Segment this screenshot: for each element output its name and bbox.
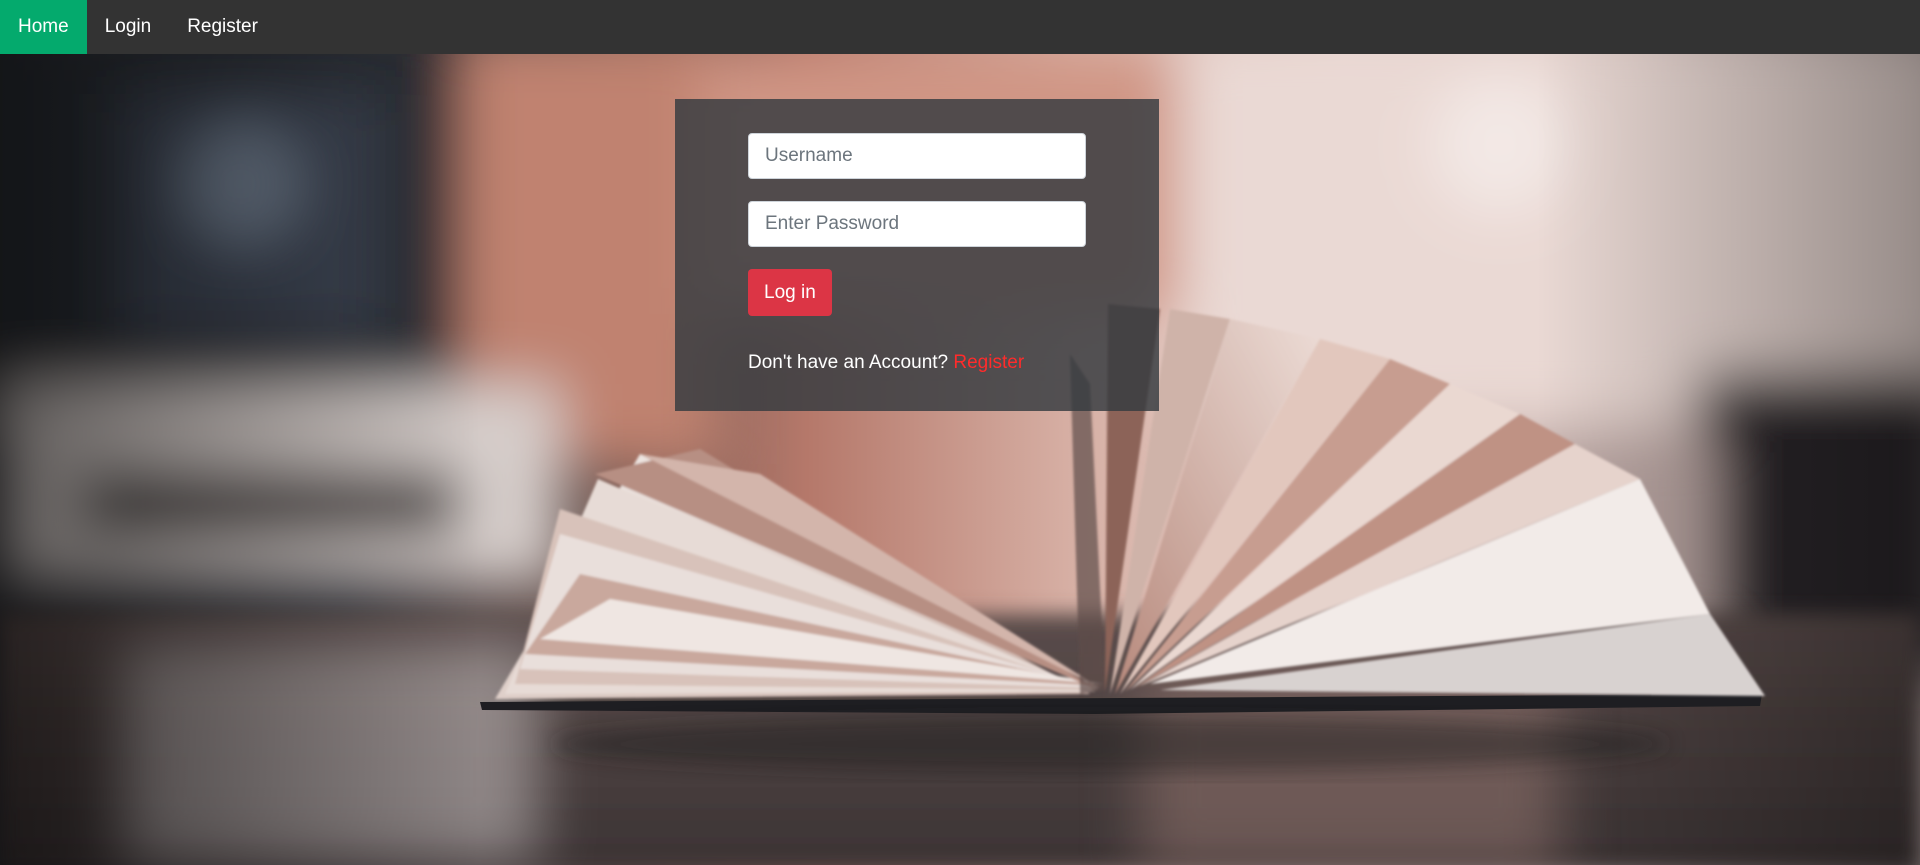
register-prompt: Don't have an Account? Register [748, 352, 1024, 374]
login-form: Log in Don't have an Account? Register [675, 99, 1159, 411]
nav-register[interactable]: Register [169, 0, 276, 54]
password-input[interactable] [748, 201, 1086, 247]
register-link[interactable]: Register [953, 352, 1024, 373]
username-input[interactable] [748, 133, 1086, 179]
page: Home Login Register Username Log in Don'… [0, 0, 1920, 865]
top-nav: Home Login Register [0, 0, 1920, 54]
no-account-text: Don't have an Account? [748, 352, 954, 373]
login-button[interactable]: Log in [748, 269, 832, 316]
nav-login[interactable]: Login [87, 0, 170, 54]
nav-home[interactable]: Home [0, 0, 87, 54]
